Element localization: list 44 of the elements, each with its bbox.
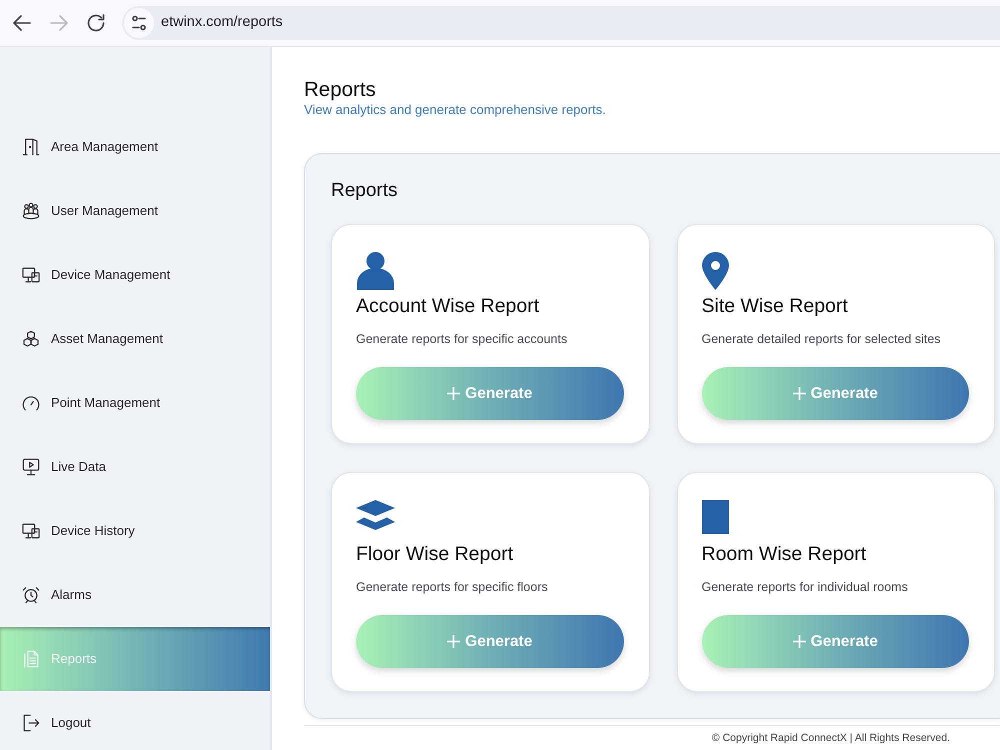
devices-icon — [22, 266, 40, 284]
alarm-clock-icon — [22, 586, 40, 604]
url-text: etwinx.com/reports — [161, 13, 283, 32]
sidebar-item[interactable]: Alarms — [0, 563, 270, 627]
card-title: Site Wise Report — [702, 294, 849, 318]
sidebar-item[interactable]: Device Management — [0, 243, 270, 307]
site-settings-icon[interactable] — [124, 8, 154, 38]
sidebar-item[interactable]: Asset Management — [0, 307, 270, 371]
card-description: Generate reports for individual rooms — [702, 579, 909, 595]
sidebar-item[interactable]: User Management — [0, 179, 270, 243]
users-icon — [22, 202, 40, 220]
logout-icon — [22, 714, 40, 732]
cubes-icon — [22, 330, 40, 348]
devices-icon — [22, 522, 40, 540]
back-arrow-icon[interactable] — [13, 14, 31, 32]
panel-title: Reports — [331, 179, 399, 203]
plus-icon — [447, 635, 460, 648]
address-bar[interactable]: etwinx.com/reports — [122, 6, 1000, 40]
page-title: Reports — [304, 78, 377, 102]
gauge-icon — [22, 394, 40, 412]
card-description: Generate reports for specific floors — [356, 579, 549, 595]
document-icon — [22, 650, 40, 668]
sidebar-item[interactable]: Device History — [0, 499, 270, 563]
door-icon — [22, 138, 40, 156]
plus-icon — [792, 635, 806, 648]
reload-icon[interactable] — [87, 14, 105, 32]
plus-icon — [447, 387, 460, 400]
card-title: Account Wise Report — [356, 294, 540, 318]
card-title: Room Wise Report — [702, 542, 868, 566]
rectangle-icon — [702, 500, 728, 534]
layers-icon — [356, 500, 395, 530]
sidebar-item[interactable]: Point Management — [0, 371, 270, 435]
sidebar-item[interactable]: Area Management — [0, 115, 270, 179]
monitor-play-icon — [22, 458, 40, 476]
map-pin-icon — [702, 252, 728, 290]
copyright-text: © Copyright Rapid ConnectX | All Rights Reserved. — [712, 731, 950, 745]
plus-icon — [792, 387, 806, 400]
card-description: Generate detailed reports for selected sites — [702, 331, 942, 347]
page-subtitle: View analytics and generate comprehensive reports. — [304, 102, 607, 118]
card-description: Generate reports for specific accounts — [356, 331, 568, 347]
sidebar-item[interactable]: Live Data — [0, 435, 270, 499]
person-icon — [356, 252, 395, 290]
card-title: Floor Wise Report — [356, 542, 514, 566]
sidebar-item[interactable]: Logout — [0, 691, 270, 750]
